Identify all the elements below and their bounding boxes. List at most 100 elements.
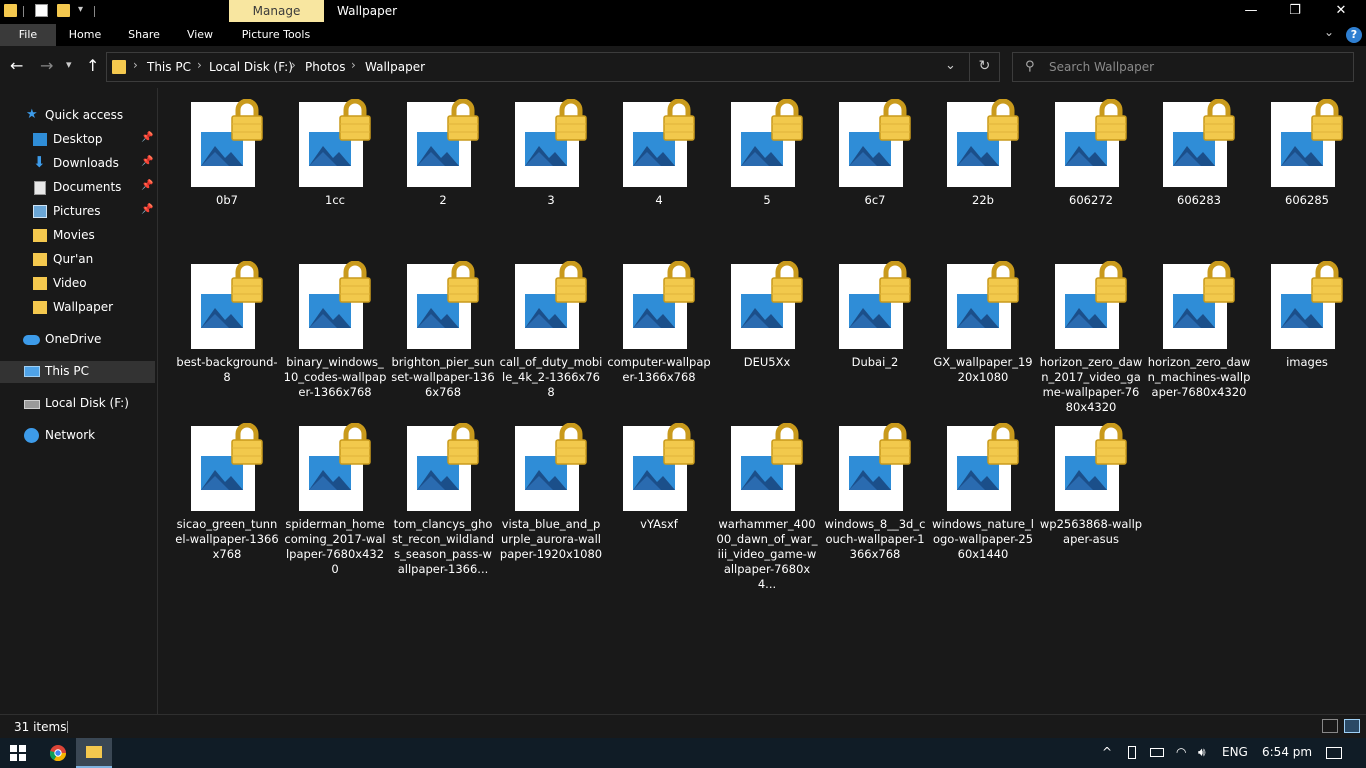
- file-list[interactable]: 0b7 1cc 2 3 4 5 6c7 22b 606272 606283 606285 best-b…: [159, 88, 1366, 714]
- file-item[interactable]: 0b7: [175, 88, 279, 248]
- file-item[interactable]: brighton_pier_sunset-wallpaper-1366x768: [391, 250, 495, 410]
- refresh-button[interactable]: ↻: [969, 52, 999, 82]
- lock-icon: [663, 99, 695, 141]
- tab-picture-tools[interactable]: Picture Tools: [232, 24, 320, 46]
- file-item[interactable]: spiderman_homecoming_2017-wallpaper-7680…: [283, 412, 387, 576]
- file-item[interactable]: tom_clancys_ghost_recon_wildlands_season…: [391, 412, 495, 576]
- file-item[interactable]: 606285: [1255, 88, 1359, 248]
- file-name: 3: [547, 193, 555, 207]
- file-item[interactable]: 1cc: [283, 88, 387, 248]
- file-item[interactable]: 4: [607, 88, 711, 248]
- sidebar-item-documents[interactable]: Documents 📌: [0, 177, 155, 199]
- chevron-right-icon[interactable]: ›: [291, 58, 296, 72]
- help-icon[interactable]: ?: [1346, 27, 1362, 43]
- close-button[interactable]: ✕: [1318, 0, 1364, 24]
- wifi-icon[interactable]: ◠: [1176, 745, 1186, 759]
- sidebar-item-pictures[interactable]: Pictures 📌: [0, 201, 155, 223]
- file-item[interactable]: 606272: [1039, 88, 1143, 248]
- file-item[interactable]: best-background-8: [175, 250, 279, 410]
- up-button[interactable]: ↑: [86, 56, 99, 75]
- file-item[interactable]: 3: [499, 88, 603, 248]
- file-item[interactable]: 5: [715, 88, 819, 248]
- sidebar-item-desktop[interactable]: Desktop 📌: [0, 129, 155, 151]
- back-button[interactable]: ←: [10, 56, 23, 75]
- properties-icon[interactable]: [35, 4, 48, 17]
- chevron-down-icon[interactable]: ⌄: [945, 58, 956, 73]
- language-indicator[interactable]: ENG: [1222, 745, 1248, 759]
- file-name: 6c7: [864, 193, 886, 207]
- file-item[interactable]: images: [1255, 250, 1359, 410]
- search-input[interactable]: [1049, 53, 1349, 81]
- sidebar-item-video[interactable]: Video: [0, 273, 155, 295]
- sidebar-item-wallpaper[interactable]: Wallpaper: [0, 297, 155, 319]
- tab-home[interactable]: Home: [60, 24, 110, 46]
- file-item[interactable]: horizon_zero_dawn_machines-wallpaper-768…: [1147, 250, 1251, 410]
- file-item[interactable]: vYAsxf: [607, 412, 711, 572]
- pin-icon: 📌: [141, 156, 154, 167]
- file-item[interactable]: GX_wallpaper_1920x1080: [931, 250, 1035, 410]
- computer-icon: [24, 366, 40, 377]
- windows-start-icon[interactable]: [10, 745, 26, 761]
- minimize-button[interactable]: —: [1228, 0, 1274, 24]
- breadcrumb-this-pc[interactable]: This PC: [147, 60, 191, 74]
- file-item[interactable]: 22b: [931, 88, 1035, 248]
- details-view-icon[interactable]: [1322, 719, 1338, 733]
- file-explorer-taskbar-button[interactable]: [76, 738, 112, 768]
- sidebar-item-onedrive[interactable]: OneDrive: [0, 329, 155, 351]
- breadcrumb-wallpaper[interactable]: Wallpaper: [365, 60, 425, 74]
- expand-ribbon-icon[interactable]: ⌄: [1324, 25, 1334, 39]
- show-hidden-icons[interactable]: ^: [1102, 745, 1112, 759]
- file-item[interactable]: call_of_duty_mobile_4k_2-1366x768: [499, 250, 603, 410]
- file-item[interactable]: 606283: [1147, 88, 1251, 248]
- sidebar-item-this-pc[interactable]: This PC: [0, 361, 155, 383]
- clock[interactable]: 6:54 pm: [1262, 745, 1312, 759]
- sidebar-item-local-disk[interactable]: Local Disk (F:): [0, 393, 155, 415]
- sidebar-item-downloads[interactable]: ⬇ Downloads 📌: [0, 153, 155, 175]
- file-item[interactable]: horizon_zero_dawn_2017_video_game-wallpa…: [1039, 250, 1143, 414]
- tab-file[interactable]: File: [0, 24, 56, 46]
- breadcrumb-photos[interactable]: Photos: [305, 60, 345, 74]
- file-item[interactable]: 2: [391, 88, 495, 248]
- sidebar-item-quran[interactable]: Qur'an: [0, 249, 155, 271]
- large-icons-view-icon[interactable]: [1344, 719, 1360, 733]
- maximize-button[interactable]: ❐: [1272, 0, 1318, 24]
- file-item[interactable]: DEU5Xx: [715, 250, 819, 410]
- breadcrumb-local-disk[interactable]: Local Disk (F:): [209, 60, 293, 74]
- download-icon: ⬇: [33, 153, 46, 171]
- chevron-right-icon[interactable]: ›: [133, 58, 138, 72]
- sidebar-item-quick-access[interactable]: ★ Quick access: [0, 105, 155, 127]
- file-item[interactable]: vista_blue_and_purple_aurora-wallpaper-1…: [499, 412, 603, 572]
- usb-icon[interactable]: [1128, 746, 1136, 759]
- chevron-right-icon[interactable]: ›: [197, 58, 202, 72]
- recent-locations-icon[interactable]: ▾: [66, 58, 72, 71]
- file-item[interactable]: warhammer_40000_dawn_of_war_iii_video_ga…: [715, 412, 819, 591]
- forward-button[interactable]: →: [40, 56, 53, 75]
- chevron-right-icon[interactable]: ›: [351, 58, 356, 72]
- sidebar-item-network[interactable]: Network: [0, 425, 155, 447]
- file-item[interactable]: windows_nature_logo-wallpaper-2560x1440: [931, 412, 1035, 572]
- new-folder-icon[interactable]: [57, 4, 70, 17]
- address-bar[interactable]: › This PC › Local Disk (F:) › Photos › W…: [106, 52, 1000, 82]
- file-item[interactable]: Dubai_2: [823, 250, 927, 410]
- file-item[interactable]: binary_windows_10_codes-wallpaper-1366x7…: [283, 250, 387, 410]
- tab-view[interactable]: View: [178, 24, 222, 46]
- file-item[interactable]: sicao_green_tunnel-wallpaper-1366x768: [175, 412, 279, 572]
- file-item[interactable]: windows_8__3d_couch-wallpaper-1366x768: [823, 412, 927, 572]
- file-item[interactable]: computer-wallpaper-1366x768: [607, 250, 711, 410]
- tab-share[interactable]: Share: [120, 24, 168, 46]
- folder-icon[interactable]: [4, 4, 17, 17]
- volume-icon[interactable]: 🔊︎: [1198, 745, 1206, 760]
- battery-icon[interactable]: [1150, 748, 1164, 757]
- sidebar-item-label: Movies: [53, 228, 95, 242]
- file-item[interactable]: 6c7: [823, 88, 927, 248]
- customize-toolbar-icon[interactable]: ▾: [78, 4, 83, 15]
- manage-contextual-tab[interactable]: Manage: [229, 0, 324, 22]
- file-item[interactable]: wp2563868-wallpaper-asus: [1039, 412, 1143, 572]
- search-box[interactable]: ⚲: [1012, 52, 1354, 82]
- chrome-taskbar-button[interactable]: [40, 738, 76, 768]
- file-name: brighton_pier_sunset-wallpaper-1366x768: [391, 355, 495, 399]
- lock-icon: [1095, 423, 1127, 465]
- notifications-icon[interactable]: [1326, 747, 1342, 759]
- lock-icon: [987, 261, 1019, 303]
- sidebar-item-movies[interactable]: Movies: [0, 225, 155, 247]
